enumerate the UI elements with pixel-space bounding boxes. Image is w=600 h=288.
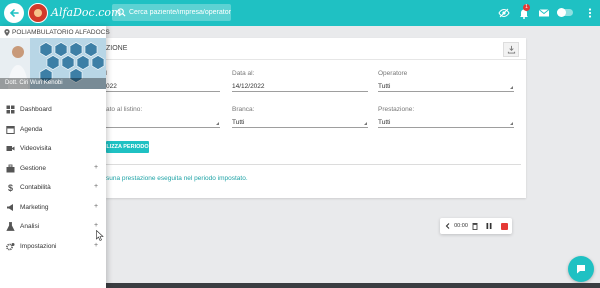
service-select[interactable]: Tutti	[378, 118, 514, 128]
more-vertical-icon	[588, 8, 592, 18]
expand-plus-icon[interactable]: +	[94, 203, 98, 210]
eye-slash-icon	[498, 8, 510, 18]
stop-icon	[500, 222, 508, 230]
pause-icon	[486, 223, 492, 229]
dropdown-caret-icon	[364, 122, 367, 125]
sidebar-item-gestione[interactable]: Gestione +	[0, 159, 106, 178]
chat-button[interactable]	[568, 256, 594, 282]
price-list-label: ato al listino:	[106, 106, 143, 113]
download-button[interactable]	[503, 42, 519, 57]
more-menu-button[interactable]	[584, 7, 596, 19]
operator-label: Operatore	[378, 70, 408, 77]
download-icon	[507, 45, 515, 54]
date-to-field[interactable]: 14/12/2022	[232, 82, 368, 92]
service-select-value: Tutti	[378, 119, 391, 126]
sidebar-item-videovisita[interactable]: Videovisita	[0, 139, 106, 158]
clinic-selector[interactable]: POLIAMBULATORIO ALFADOCS	[4, 29, 110, 36]
branch-select-value: Tutti	[232, 119, 245, 126]
sidebar-item-label: Analisi	[20, 223, 40, 230]
date-to-label: Data al:	[232, 70, 255, 77]
top-bar: AlfaDoc.com 1	[0, 0, 600, 26]
search-bar[interactable]	[112, 4, 231, 21]
search-input[interactable]	[129, 9, 231, 16]
status-toggle[interactable]	[557, 8, 573, 17]
expand-plus-icon[interactable]: +	[94, 164, 98, 171]
megaphone-icon	[6, 203, 15, 212]
page-title: ZIONE	[106, 45, 128, 52]
service-label: Prestazione:	[378, 106, 415, 113]
sidebar-item-agenda[interactable]: Agenda	[0, 120, 106, 139]
chat-bubble-icon	[577, 265, 585, 274]
calendar-icon	[6, 125, 15, 134]
clinic-name: POLIAMBULATORIO ALFADOCS	[12, 29, 110, 36]
collapse-recorder-button[interactable]	[443, 218, 452, 234]
price-list-select[interactable]	[106, 118, 220, 128]
mouse-pointer-icon	[96, 230, 104, 241]
date-from-field[interactable]: 022	[106, 82, 220, 92]
recording-timer: 00:00	[454, 223, 468, 229]
back-button[interactable]	[4, 3, 24, 23]
card-header: ZIONE	[106, 38, 526, 60]
brand-name[interactable]: AlfaDoc.com	[51, 6, 121, 19]
branch-label: Branca:	[232, 106, 255, 113]
svg-text:$: $	[8, 183, 13, 192]
arrow-left-icon	[9, 9, 19, 17]
sidebar-item-analisi[interactable]: Analisi +	[0, 217, 106, 236]
stop-recording-button[interactable]	[499, 218, 509, 234]
sidebar-item-label: Dashboard	[20, 106, 52, 113]
sidebar-item-contabilita[interactable]: $ Contabilità +	[0, 178, 106, 197]
dropdown-caret-icon	[510, 122, 513, 125]
sidebar-item-label: Agenda	[20, 125, 43, 133]
location-pin-icon	[4, 29, 10, 36]
dropdown-caret-icon	[510, 86, 513, 89]
divider	[106, 164, 521, 165]
expand-plus-icon[interactable]: +	[94, 183, 98, 190]
sidebar: POLIAMBULATORIO ALFADOCS Dott. Ciri Wuri…	[0, 26, 110, 288]
branch-select[interactable]: Tutti	[232, 118, 368, 128]
sidebar-item-label: Contabilità	[20, 184, 51, 191]
date-from-label: l	[106, 70, 108, 77]
toolbox-icon	[6, 164, 15, 173]
operator-select[interactable]: Tutti	[378, 82, 514, 92]
video-icon	[6, 144, 15, 153]
dropdown-caret-icon	[216, 122, 219, 125]
sidebar-item-label: Marketing	[20, 203, 49, 211]
search-icon	[117, 8, 126, 17]
chevron-left-icon	[445, 223, 449, 229]
sidebar-item-label: Videovisita	[20, 145, 52, 152]
discard-recording-button[interactable]	[470, 218, 480, 234]
sidebar-item-label: Gestione	[20, 164, 47, 172]
doctor-name: Dott. Ciri Wuri Kenobi	[5, 80, 63, 86]
pause-recording-button[interactable]	[484, 218, 494, 234]
brand-logo[interactable]	[28, 3, 48, 23]
report-card: ZIONE l 022 Data al: 14/12/2022 Operator…	[106, 38, 526, 198]
empty-state-message: suna prestazione eseguita nel periodo im…	[106, 175, 248, 182]
mail-icon	[538, 9, 550, 17]
gears-icon	[6, 242, 15, 251]
expand-plus-icon[interactable]: +	[94, 222, 98, 229]
sidebar-item-impostazioni[interactable]: Impostazioni +	[0, 237, 106, 256]
recording-control: 00:00	[440, 218, 512, 234]
trash-icon	[472, 223, 478, 230]
sidebar-item-dashboard[interactable]: Dashboard	[0, 100, 106, 119]
apply-period-button[interactable]: LIZZA PERIODO	[106, 141, 149, 153]
expand-plus-icon[interactable]: +	[94, 242, 98, 249]
messages-button[interactable]	[538, 7, 550, 19]
notification-badge: 1	[523, 4, 530, 11]
operator-select-value: Tutti	[378, 83, 391, 90]
flask-icon	[6, 222, 15, 231]
dollar-icon: $	[6, 183, 15, 192]
privacy-toggle-button[interactable]	[498, 7, 510, 19]
sidebar-item-label: Impostazioni	[20, 242, 57, 250]
dashboard-icon	[6, 105, 15, 114]
sidebar-item-marketing[interactable]: Marketing +	[0, 198, 106, 217]
